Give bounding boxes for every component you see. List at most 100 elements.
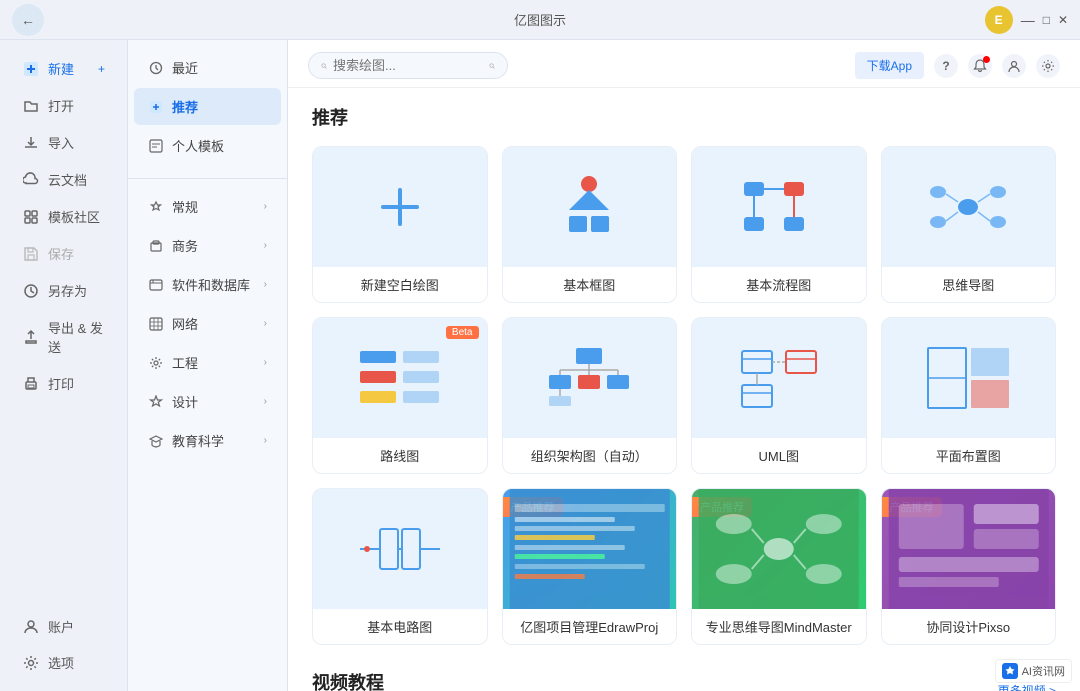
close-button[interactable]: ✕: [1058, 13, 1068, 27]
recommend-label: 推荐: [172, 97, 198, 116]
saveas-label: 另存为: [48, 281, 87, 300]
template-card-edrawproj[interactable]: 产品推荐 亿图项目管理EdrawPr: [502, 488, 678, 645]
sidebar-mid-engineering[interactable]: 工程 ›: [134, 344, 281, 381]
template-card-org[interactable]: 组织架构图（自动）: [502, 317, 678, 474]
help-icon: ?: [942, 59, 949, 73]
template-label-new-blank: 新建空白绘图: [313, 267, 487, 302]
network-icon: [148, 316, 164, 332]
sidebar-item-import[interactable]: 导入: [6, 125, 121, 160]
sidebar-bottom: 账户 选项: [0, 608, 127, 681]
open-label: 打开: [48, 96, 74, 115]
sidebar-item-options[interactable]: 选项: [6, 645, 121, 680]
watermark: AI资讯网: [995, 659, 1072, 683]
design-label: 设计: [172, 392, 198, 411]
sidebar-mid-personal[interactable]: 个人模板: [134, 127, 281, 164]
template-card-basic-flow[interactable]: 基本流程图: [691, 146, 867, 303]
sidebar-mid-software[interactable]: 软件和数据库 ›: [134, 266, 281, 303]
titlebar-left: ←: [12, 4, 44, 36]
sidebar-item-new[interactable]: 新建 +: [6, 51, 121, 86]
titlebar: ← 亿图图示 E — □ ✕: [0, 0, 1080, 40]
template-card-img: 产品推荐: [692, 489, 866, 609]
template-label-basic-frame: 基本框图: [503, 267, 677, 302]
settings-icon: [1041, 59, 1055, 73]
cloud-icon: [22, 171, 40, 189]
template-card-mindmaster[interactable]: 产品推荐: [691, 488, 867, 645]
personal-icon: [148, 138, 164, 154]
settings-button[interactable]: [1036, 54, 1060, 78]
options-label: 选项: [48, 653, 74, 672]
sidebar-mid-recommend[interactable]: 推荐: [134, 88, 281, 125]
template-card-img: [313, 489, 487, 609]
avatar[interactable]: E: [985, 6, 1013, 34]
business-label: 商务: [172, 236, 198, 255]
sidebar-item-account[interactable]: 账户: [6, 609, 121, 644]
template-card-img: [882, 318, 1056, 438]
software-chevron: ›: [264, 279, 267, 290]
template-card-circuit[interactable]: 基本电路图: [312, 488, 488, 645]
search-input[interactable]: [333, 58, 483, 73]
template-card-route[interactable]: Beta 路线图: [312, 317, 488, 474]
help-button[interactable]: ?: [934, 54, 958, 78]
software-icon: [148, 277, 164, 293]
education-label: 教育科学: [172, 431, 224, 450]
sidebar-mid-recent[interactable]: 最近: [134, 49, 281, 86]
save-label: 保存: [48, 244, 74, 263]
back-button[interactable]: ←: [12, 4, 44, 36]
print-label: 打印: [48, 374, 74, 393]
template-label-org: 组织架构图（自动）: [503, 438, 677, 473]
search-box[interactable]: [308, 52, 508, 79]
template-card-img: [692, 318, 866, 438]
sidebar-item-template[interactable]: 模板社区: [6, 199, 121, 234]
sidebar-mid-network[interactable]: 网络 ›: [134, 305, 281, 342]
template-card-mind-map[interactable]: 思维导图: [881, 146, 1057, 303]
sidebar-mid-business[interactable]: 商务 ›: [134, 227, 281, 264]
template-card-pixso[interactable]: 产品推荐 协同设计Pixso: [881, 488, 1057, 645]
import-icon: [22, 134, 40, 152]
network-label: 网络: [172, 314, 198, 333]
template-card-new-blank[interactable]: 新建空白绘图: [312, 146, 488, 303]
template-icon: [22, 208, 40, 226]
floor-plan-icon: [923, 343, 1013, 413]
beta-badge: Beta: [446, 326, 479, 339]
template-card-img: [313, 147, 487, 267]
template-label-floor-plan: 平面布置图: [882, 438, 1056, 473]
download-app-button[interactable]: 下载App: [855, 52, 924, 79]
account-label: 账户: [48, 617, 74, 636]
sidebar-mid-general[interactable]: 常规 ›: [134, 188, 281, 225]
sidebar-item-cloud[interactable]: 云文档: [6, 162, 121, 197]
search-submit-icon: [489, 59, 495, 73]
save-icon: [22, 245, 40, 263]
engineering-label: 工程: [172, 353, 198, 372]
notification-badge: [983, 56, 990, 63]
business-icon: [148, 238, 164, 254]
sidebar-item-save[interactable]: 保存: [6, 236, 121, 271]
user-profile-button[interactable]: [1002, 54, 1026, 78]
sidebar-mid-design[interactable]: 设计 ›: [134, 383, 281, 420]
template-card-floor-plan[interactable]: 平面布置图: [881, 317, 1057, 474]
sidebar-item-print[interactable]: 打印: [6, 366, 121, 401]
template-card-uml[interactable]: UML图: [691, 317, 867, 474]
video-section-title: 视频教程: [312, 669, 384, 691]
sidebar-item-saveas[interactable]: 另存为: [6, 273, 121, 308]
notification-button[interactable]: [968, 54, 992, 78]
recent-icon: [148, 60, 164, 76]
sidebar-item-open[interactable]: 打开: [6, 88, 121, 123]
new-icon: [22, 60, 40, 78]
minimize-button[interactable]: —: [1021, 12, 1035, 28]
template-card-img: [882, 147, 1056, 267]
sidebar-item-export[interactable]: 导出 & 发送: [6, 310, 121, 364]
template-card-img: [692, 147, 866, 267]
template-label: 模板社区: [48, 207, 100, 226]
new-plus: +: [98, 62, 105, 76]
education-chevron: ›: [264, 435, 267, 446]
mindmaster-preview: [692, 489, 866, 609]
circuit-icon: [355, 509, 445, 589]
open-icon: [22, 97, 40, 115]
maximize-button[interactable]: □: [1043, 13, 1050, 27]
content-scroll[interactable]: 推荐 新建空白绘图: [288, 88, 1080, 691]
template-card-basic-frame[interactable]: 基本框图: [502, 146, 678, 303]
divider: [128, 169, 287, 179]
org-chart-icon: [544, 343, 634, 413]
sidebar-mid-education[interactable]: 教育科学 ›: [134, 422, 281, 459]
watermark-icon: [1002, 663, 1018, 679]
